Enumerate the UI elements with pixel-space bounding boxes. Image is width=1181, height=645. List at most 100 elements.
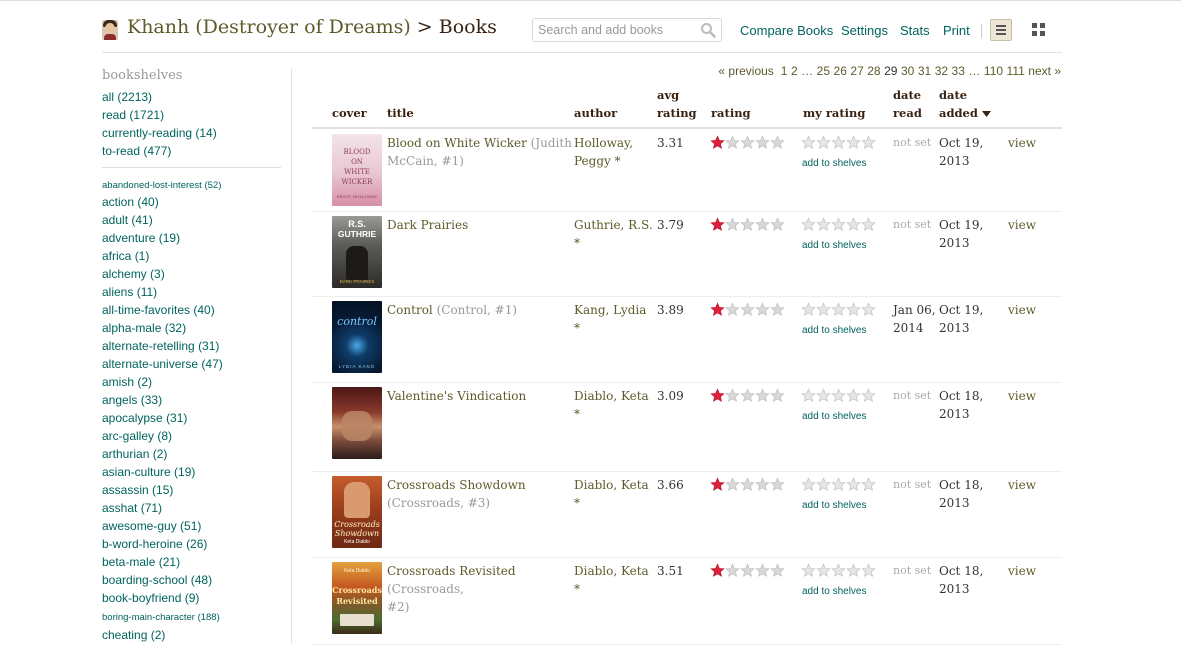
next-page-link[interactable]: next » — [1028, 64, 1061, 78]
shelf-link-amish[interactable]: amish (2) — [102, 375, 152, 389]
shelf-link-asian-culture[interactable]: asian-culture (19) — [102, 465, 195, 479]
shelf-link-arc-galley[interactable]: arc-galley (8) — [102, 429, 172, 443]
shelf-link-book-boyfriend[interactable]: book-boyfriend (9) — [102, 591, 199, 605]
shelf-link-abandoned-lost-interest[interactable]: abandoned-lost-interest (52) — [102, 180, 221, 191]
book-title-link[interactable]: Valentine's Vindication — [387, 389, 526, 403]
star-empty-icon[interactable] — [816, 563, 831, 578]
star-empty-icon[interactable] — [846, 477, 861, 492]
shelf-link-cheating[interactable]: cheating (2) — [102, 628, 165, 642]
col-header-author[interactable]: author — [574, 104, 617, 122]
book-cover[interactable]: R.S. GUTHRIE DARK PRAIRIES — [332, 216, 382, 288]
author-link[interactable]: Diablo, Keta * — [574, 478, 649, 510]
author-link[interactable]: Guthrie, R.S. * — [574, 218, 653, 250]
shelf-link-africa[interactable]: africa (1) — [102, 249, 149, 263]
star-empty-icon[interactable] — [816, 217, 831, 232]
rating-stars[interactable] — [710, 135, 785, 151]
col-header-avg-rating[interactable]: avg rating — [657, 86, 697, 122]
book-title-link[interactable]: Crossroads Showdown — [387, 478, 526, 492]
shelf-link-angels[interactable]: angels (33) — [102, 393, 162, 407]
add-to-shelves-link[interactable]: add to shelves — [802, 500, 867, 511]
page-link-33[interactable]: 33 — [952, 64, 965, 78]
view-link[interactable]: view — [1008, 301, 1036, 319]
shelf-link-boarding-school[interactable]: boarding-school (48) — [102, 573, 212, 587]
view-link[interactable]: view — [1008, 134, 1036, 152]
star-empty-icon[interactable] — [831, 477, 846, 492]
shelf-link-alpha-male[interactable]: alpha-male (32) — [102, 321, 186, 335]
shelf-link-aliens[interactable]: aliens (11) — [102, 285, 157, 299]
book-title-link[interactable]: Control — [387, 303, 433, 317]
search-input[interactable] — [538, 22, 698, 38]
shelf-link-boring-main-character[interactable]: boring-main-character (188) — [102, 612, 220, 623]
star-empty-icon[interactable] — [846, 563, 861, 578]
shelf-link-b-word-heroine[interactable]: b-word-heroine (26) — [102, 537, 207, 551]
book-cover[interactable]: control LYDIA KANG — [332, 301, 382, 373]
star-empty-icon[interactable] — [801, 477, 816, 492]
my-rating-stars[interactable] — [801, 388, 876, 404]
page-link-27[interactable]: 27 — [850, 64, 863, 78]
shelf-link-apocalypse[interactable]: apocalypse (31) — [102, 411, 187, 425]
list-view-button[interactable] — [990, 19, 1012, 41]
shelf-link-alchemy[interactable]: alchemy (3) — [102, 267, 165, 281]
star-empty-icon[interactable] — [831, 388, 846, 403]
book-cover[interactable] — [332, 387, 382, 459]
star-empty-icon[interactable] — [846, 217, 861, 232]
star-empty-icon[interactable] — [801, 388, 816, 403]
page-link-31[interactable]: 31 — [918, 64, 931, 78]
shelf-link-adult[interactable]: adult (41) — [102, 213, 153, 227]
shelf-link-read[interactable]: read (1721) — [102, 108, 164, 122]
page-link-28[interactable]: 28 — [867, 64, 880, 78]
user-name-link[interactable]: Khanh (Destroyer of Dreams) — [127, 16, 411, 38]
add-to-shelves-link[interactable]: add to shelves — [802, 158, 867, 169]
page-link-111[interactable]: 111 — [1007, 64, 1025, 78]
star-empty-icon[interactable] — [801, 217, 816, 232]
view-link[interactable]: view — [1008, 216, 1036, 234]
col-header-title[interactable]: title — [387, 104, 414, 122]
rating-stars[interactable] — [710, 388, 785, 404]
my-rating-stars[interactable] — [801, 477, 876, 493]
book-title-link[interactable]: Blood on White Wicker — [387, 136, 527, 150]
star-empty-icon[interactable] — [846, 388, 861, 403]
search-icon[interactable] — [700, 22, 716, 38]
star-empty-icon[interactable] — [831, 563, 846, 578]
star-empty-icon[interactable] — [861, 217, 876, 232]
shelf-link-all-time-favorites[interactable]: all-time-favorites (40) — [102, 303, 215, 317]
shelf-link-all[interactable]: all (2213) — [102, 90, 152, 104]
star-empty-icon[interactable] — [861, 563, 876, 578]
author-link[interactable]: Holloway, — [574, 136, 633, 150]
star-empty-icon[interactable] — [831, 217, 846, 232]
my-rating-stars[interactable] — [801, 135, 876, 151]
star-empty-icon[interactable] — [861, 477, 876, 492]
stats-link[interactable]: Stats — [900, 23, 930, 38]
author-link[interactable]: Diablo, Keta * — [574, 564, 649, 596]
add-to-shelves-link[interactable]: add to shelves — [802, 586, 867, 597]
my-rating-stars[interactable] — [801, 217, 876, 233]
user-avatar[interactable] — [102, 20, 118, 40]
shelf-link-asshat[interactable]: asshat (71) — [102, 501, 162, 515]
shelf-link-beta-male[interactable]: beta-male (21) — [102, 555, 180, 569]
page-link-32[interactable]: 32 — [935, 64, 948, 78]
author-link[interactable]: Diablo, Keta * — [574, 389, 649, 421]
my-rating-stars[interactable] — [801, 302, 876, 318]
previous-page-link[interactable]: « previous — [718, 64, 773, 78]
page-link-110[interactable]: 110 — [984, 64, 1003, 78]
page-link-2[interactable]: 2 — [791, 64, 798, 78]
star-empty-icon[interactable] — [816, 477, 831, 492]
book-cover[interactable]: Crossroads Showdown Keta Diablo — [332, 476, 382, 548]
author-link[interactable]: Kang, Lydia * — [574, 303, 646, 335]
star-empty-icon[interactable] — [861, 135, 876, 150]
col-header-date-read[interactable]: date read — [893, 86, 922, 122]
view-link[interactable]: view — [1008, 476, 1036, 494]
col-header-rating[interactable]: rating — [711, 104, 751, 122]
grid-view-button[interactable] — [1032, 23, 1046, 37]
col-header-my-rating[interactable]: my rating — [803, 104, 865, 122]
view-link[interactable]: view — [1008, 562, 1036, 580]
book-title-link[interactable]: Dark Prairies — [387, 218, 468, 232]
star-empty-icon[interactable] — [816, 135, 831, 150]
page-link-26[interactable]: 26 — [834, 64, 847, 78]
star-empty-icon[interactable] — [801, 563, 816, 578]
add-to-shelves-link[interactable]: add to shelves — [802, 325, 867, 336]
rating-stars[interactable] — [710, 302, 785, 318]
my-rating-stars[interactable] — [801, 563, 876, 579]
shelf-link-action[interactable]: action (40) — [102, 195, 159, 209]
star-empty-icon[interactable] — [816, 388, 831, 403]
